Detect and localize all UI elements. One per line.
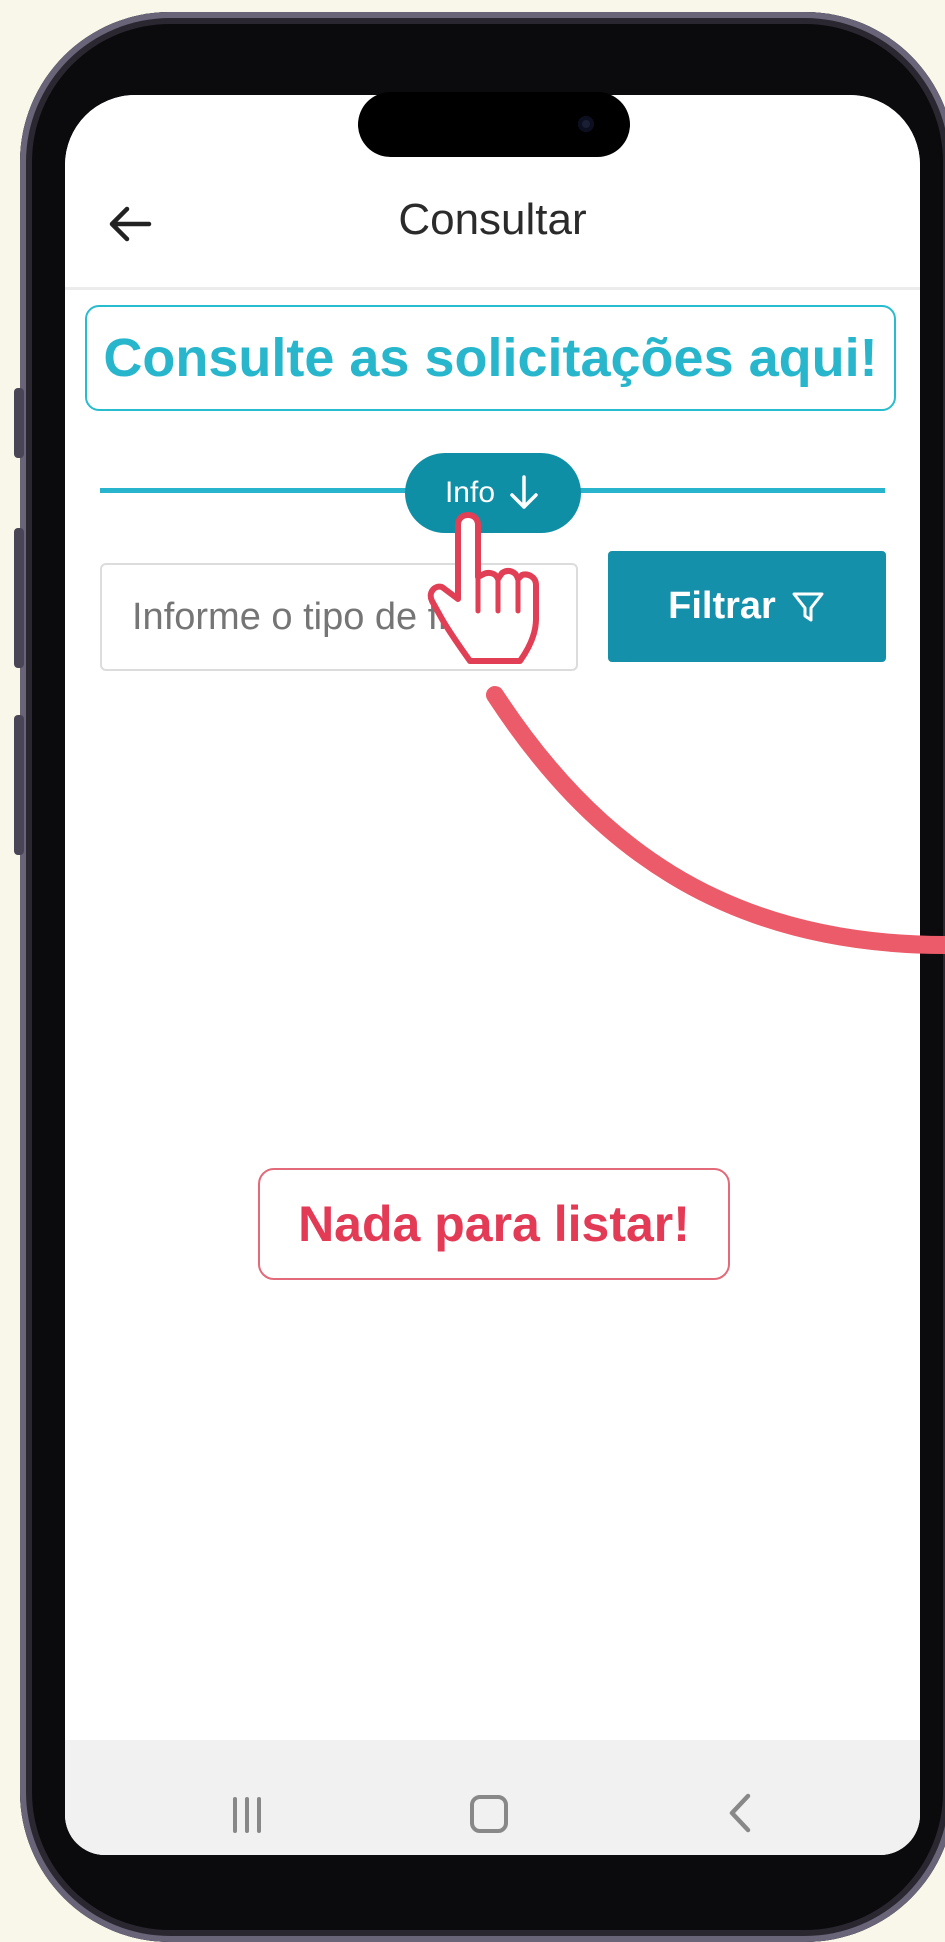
chevron-left-icon[interactable] — [720, 1788, 760, 1838]
side-button-action — [14, 388, 24, 458]
funnel-icon — [792, 592, 824, 621]
recents-icon[interactable] — [227, 1795, 267, 1835]
info-toggle-button[interactable]: Info — [405, 453, 581, 533]
side-button-volume-down — [14, 715, 24, 855]
filter-button[interactable]: Filtrar — [608, 551, 886, 662]
front-camera — [578, 116, 594, 132]
system-navigation-bar — [65, 1740, 920, 1855]
filter-type-input[interactable] — [100, 563, 578, 671]
page-title: Consultar — [398, 195, 587, 244]
filter-button-label: Filtrar — [668, 585, 776, 627]
dynamic-island — [358, 92, 630, 157]
app-screen: Consultar Consulte as solicitações aqui!… — [65, 95, 920, 1855]
empty-state-message: Nada para listar! — [258, 1168, 730, 1280]
info-toggle-label: Info — [444, 476, 496, 509]
home-icon[interactable] — [470, 1795, 508, 1833]
page-banner: Consulte as solicitações aqui! — [85, 305, 896, 411]
arrow-down-icon — [510, 475, 538, 509]
side-button-volume-up — [14, 528, 24, 668]
